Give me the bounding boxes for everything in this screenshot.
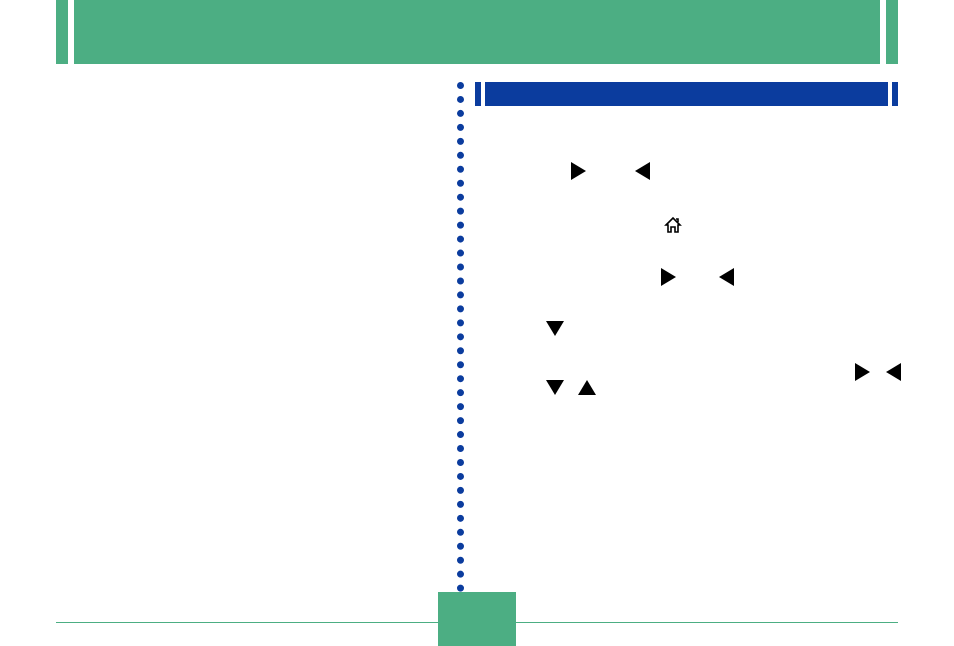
arrow-left-icon [719,268,734,286]
arrow-right-icon [661,268,676,286]
vertical-divider [457,82,464,592]
section-stripe-left [481,82,485,106]
arrow-left-icon [886,363,901,381]
arrow-left-icon [635,162,650,180]
arrow-right-icon [571,162,586,180]
section-header-bar [475,82,898,106]
arrow-right-icon [855,363,870,381]
footer-accent [438,638,516,646]
header-bar [56,0,898,64]
section-stripe-right [888,82,892,106]
arrow-down-icon [546,321,564,336]
arrow-down-icon [546,380,564,395]
footer-page-block [438,592,516,638]
footer-divider [56,622,898,623]
header-stripe-left [68,0,74,64]
arrow-up-icon [578,380,596,395]
header-stripe-right [880,0,886,64]
house-icon [663,215,683,235]
